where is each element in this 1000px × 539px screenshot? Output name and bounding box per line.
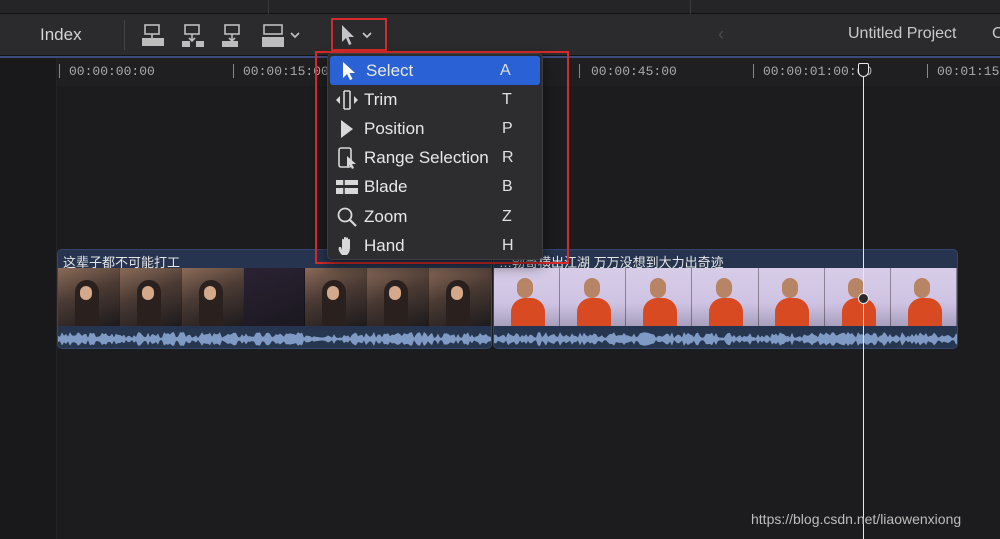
- range-selection-icon: [334, 146, 360, 170]
- clip-thumbnail: [305, 268, 368, 326]
- clip-thumbnail: [692, 268, 759, 326]
- menu-item-shortcut: Z: [502, 207, 512, 225]
- top-panel-edge: [0, 0, 1000, 14]
- clip-thumbnail: [367, 268, 430, 326]
- menu-item-label: Zoom: [364, 206, 408, 226]
- clip-thumbnail: [119, 268, 182, 326]
- clip-thumbnail: [181, 268, 244, 326]
- pointer-arrow-icon: [342, 25, 372, 45]
- menu-item-hand[interactable]: Hand H: [328, 231, 542, 260]
- clip-thumbnail: [243, 268, 306, 326]
- select-arrow-icon: [336, 59, 362, 83]
- menu-item-trim[interactable]: Trim T: [328, 85, 542, 114]
- menu-item-position[interactable]: Position P: [328, 114, 542, 143]
- blade-icon: [334, 175, 360, 199]
- position-arrow-icon: [334, 117, 360, 141]
- timeline-left-gutter: [0, 58, 57, 539]
- clip-filmstrip: [58, 268, 491, 326]
- clip-thumbnail: [58, 268, 120, 326]
- clip-thumbnail: [494, 268, 561, 326]
- menu-item-label: Trim: [364, 89, 398, 109]
- overwrite-clip-icon[interactable]: [260, 22, 304, 48]
- menu-item-shortcut: P: [502, 119, 513, 137]
- hand-icon: [334, 234, 360, 258]
- tools-menu: Select A Trim T Position P Range Selecti…: [327, 53, 543, 260]
- panel-divider: [690, 0, 691, 14]
- menu-item-label: Blade: [364, 177, 408, 197]
- ruler-tick: [59, 64, 60, 78]
- clip-thumbnail: [890, 268, 957, 326]
- clip-thumbnail: [626, 268, 693, 326]
- playhead-marker: [858, 293, 869, 304]
- menu-item-shortcut: H: [502, 236, 514, 254]
- ruler-tick: [753, 64, 754, 78]
- ruler-label: 00:01:15: [937, 64, 1000, 79]
- ruler-tick: [927, 64, 928, 78]
- video-clip-1[interactable]: 这辈子都不可能打工: [57, 249, 492, 349]
- ruler-tick: [233, 64, 234, 78]
- clip-thumbnail: [758, 268, 825, 326]
- menu-item-label: Position: [364, 118, 425, 138]
- menu-item-shortcut: B: [502, 178, 513, 196]
- video-clip-2[interactable]: …勃哥横出江湖 万万没想到大力出奇迹: [493, 249, 958, 349]
- ruler-tick: [579, 64, 580, 78]
- menu-item-label: Select: [366, 60, 414, 80]
- toolbar-divider: [124, 20, 125, 50]
- ruler-label: 00:00:01:00:00: [763, 64, 873, 79]
- watermark-text: https://blog.csdn.net/liaowenxiong: [751, 511, 962, 527]
- menu-item-shortcut: A: [500, 61, 511, 79]
- ruler-label: 00:00:45:00: [591, 64, 677, 79]
- connect-clip-icon[interactable]: [140, 22, 166, 48]
- project-title: Untitled Project: [848, 25, 957, 42]
- timeline-toolbar: Index ‹ Untitled Project C: [0, 14, 1000, 56]
- index-button[interactable]: Index: [40, 25, 82, 45]
- audio-waveform: [58, 330, 491, 348]
- menu-item-label: Hand: [364, 235, 405, 255]
- toolbar-trailing-text: C: [992, 25, 1000, 42]
- trim-bracket-icon: [334, 88, 360, 112]
- append-clip-icon[interactable]: [220, 22, 246, 48]
- tool-selector-button[interactable]: [331, 18, 387, 51]
- menu-item-shortcut: R: [502, 149, 514, 167]
- menu-item-blade[interactable]: Blade B: [328, 173, 542, 202]
- playhead-handle[interactable]: [858, 63, 869, 77]
- fcp-timeline-window: Index ‹ Untitled Project C 00:00:00:00 0…: [0, 0, 1000, 539]
- waveform-shape: [494, 332, 957, 346]
- menu-item-zoom[interactable]: Zoom Z: [328, 202, 542, 231]
- clip-thumbnail: [429, 268, 491, 326]
- chevron-left-icon[interactable]: ‹: [718, 24, 724, 45]
- menu-item-shortcut: T: [502, 90, 512, 108]
- menu-item-range-selection[interactable]: Range Selection R: [328, 144, 542, 173]
- waveform-shape: [58, 332, 491, 346]
- clip-thumbnail: [560, 268, 627, 326]
- menu-item-select[interactable]: Select A: [330, 56, 540, 86]
- audio-waveform: [494, 330, 957, 348]
- insert-clip-icon[interactable]: [180, 22, 206, 48]
- ruler-label: 00:00:00:00: [69, 64, 155, 79]
- panel-divider: [268, 0, 269, 14]
- clip-filmstrip: [494, 268, 957, 326]
- menu-item-label: Range Selection: [364, 148, 489, 168]
- magnifier-icon: [334, 205, 360, 229]
